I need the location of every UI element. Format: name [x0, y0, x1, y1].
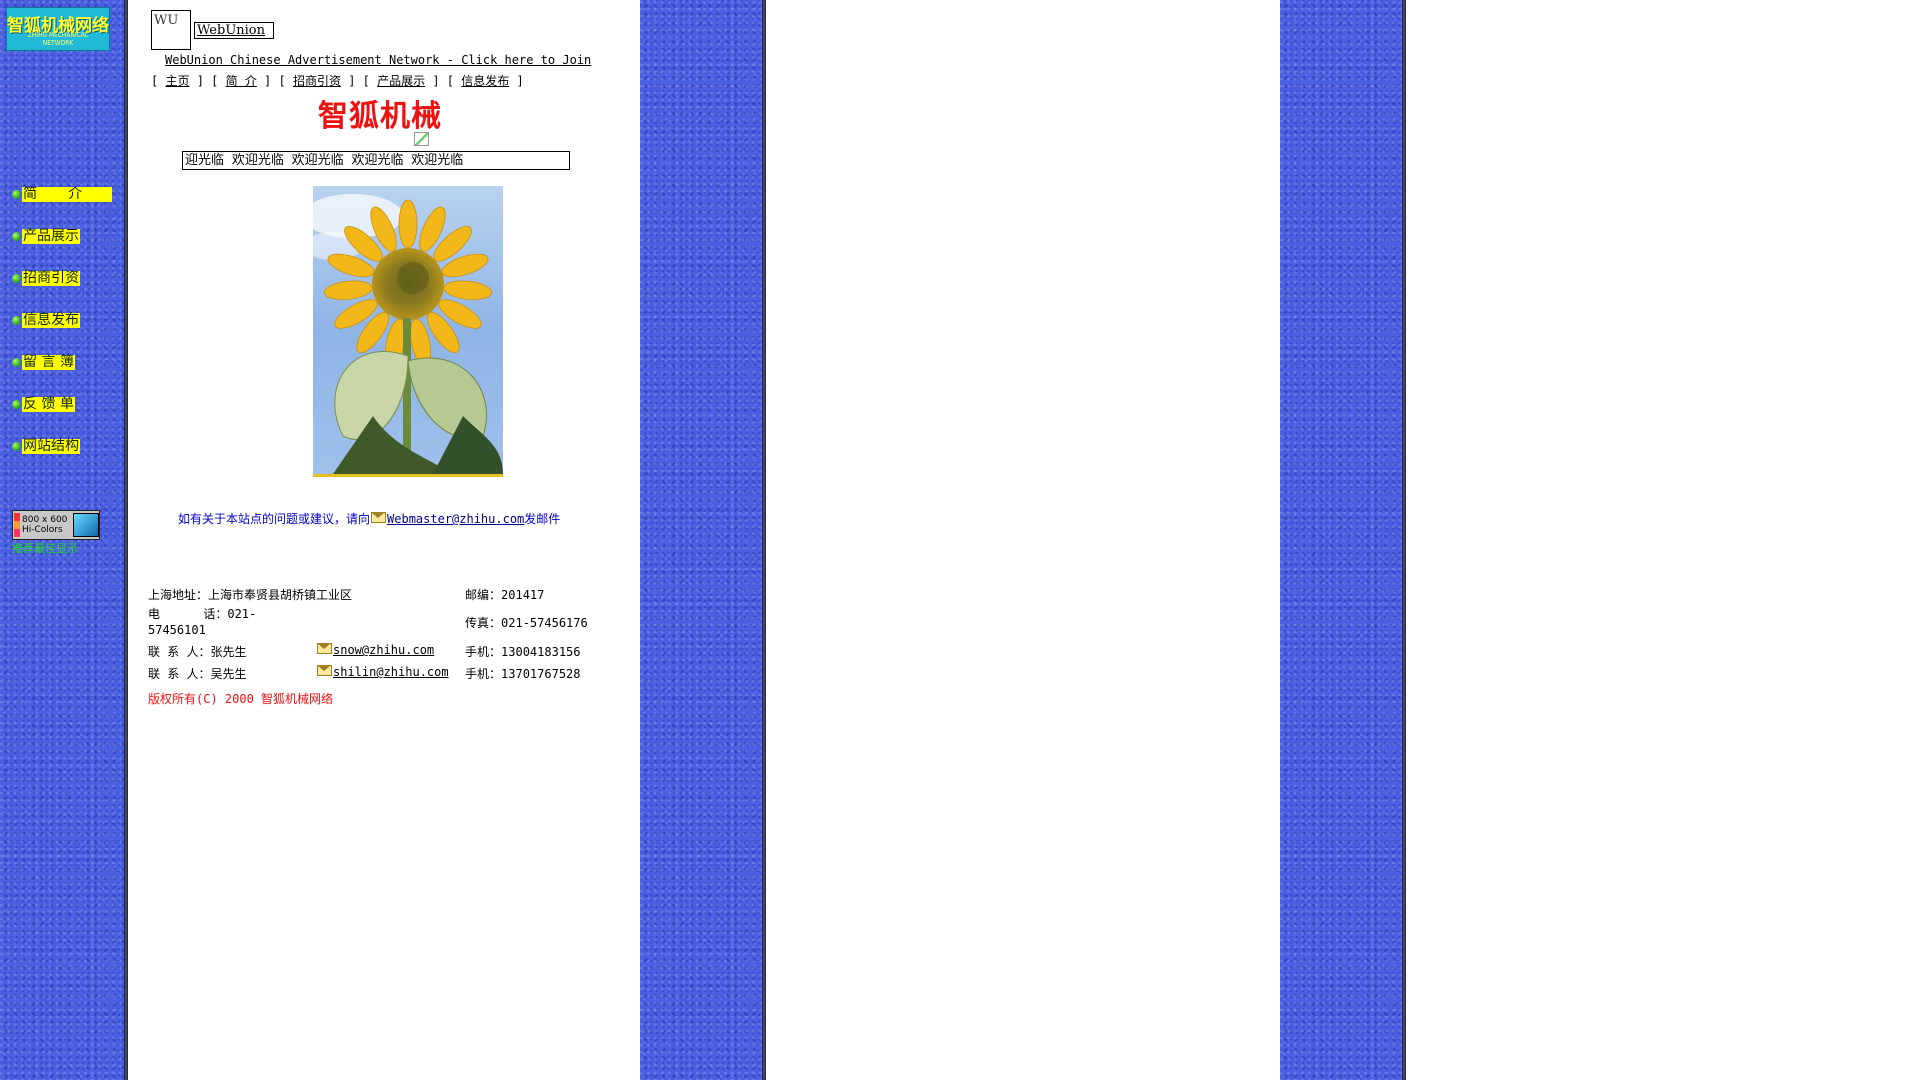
contact-email-2: shilin@zhihu.com [316, 665, 449, 679]
background-stripe-1 [640, 0, 762, 1080]
bullet-icon [12, 315, 21, 325]
sidebar-item-intro[interactable]: 简 介 [12, 186, 118, 202]
sidebar-item-label: 信息发布 [22, 311, 80, 328]
welcome-marquee: 迎光临 欢迎光临 欢迎光临 欢迎光临 欢迎光临 [182, 151, 570, 170]
fax-value: 021-57456176 [501, 616, 588, 630]
webunion-banner-link[interactable]: WebUnion [194, 22, 274, 39]
envelope-icon [317, 665, 332, 676]
sidebar-item-label: 简 介 [22, 186, 112, 202]
copyright-text: 版权所有(C) 2000 智狐机械网络 [148, 692, 334, 706]
contact-note: 如有关于本站点的问题或建议，请向 Webmaster@zhihu.com发邮件 [178, 510, 560, 527]
background-stripe-2-edge [1402, 0, 1406, 1080]
sidebar-item-label: 网站结构 [22, 437, 80, 454]
page-title: 智狐机械 [318, 99, 442, 134]
envelope-icon [317, 643, 332, 654]
contact-email-link[interactable]: shilin@zhihu.com [333, 665, 449, 679]
broken-image-icon [414, 132, 429, 146]
sidebar-item-products[interactable]: 产品展示 [12, 228, 118, 244]
sunflower-photo [313, 186, 503, 477]
bullet-icon [12, 399, 21, 409]
sidebar-item-sitemap[interactable]: 网站结构 [12, 438, 118, 454]
nav-link-news[interactable]: 信息发布 [461, 74, 509, 88]
address-row: 上海地址：上海市奉贤县胡桥镇工业区 [148, 586, 352, 603]
mobile-label: 手机： [465, 645, 502, 659]
contact-email-1: snow@zhihu.com [316, 643, 434, 657]
envelope-icon [371, 512, 387, 523]
sidebar-item-label: 招商引资 [22, 269, 80, 286]
resolution-badge: 800 x 600 Hi-Colors [12, 510, 100, 540]
postcode-row: 邮编：201417 [465, 586, 544, 603]
address-label: 上海地址： [148, 588, 209, 602]
resolution-badge-text: 800 x 600 Hi-Colors [22, 515, 68, 535]
postcode-label: 邮编： [465, 588, 502, 602]
fax-label: 传真： [465, 616, 502, 630]
postcode-value: 201417 [501, 588, 545, 602]
sunflower-illustration [313, 186, 503, 474]
webunion-join-link[interactable]: WebUnion Chinese Advertisement Network -… [165, 53, 591, 67]
contact-name: 吴先生 [210, 667, 247, 681]
contact-person-2: 联 系 人：吴先生 [148, 665, 246, 682]
fax-row: 传真：021-57456176 [465, 614, 588, 631]
top-navigation: [ 主页 ] [ 简 介 ] [ 招商引资 ] [ 产品展示 ] [ 信息发布 … [151, 74, 524, 88]
bullet-icon [12, 273, 21, 283]
sidebar-item-feedback[interactable]: 反 馈 单 [12, 396, 118, 412]
phone-label: 电 话： [148, 607, 228, 621]
contact-label: 联 系 人： [148, 667, 211, 681]
contact-mobile-1: 手机：13004183156 [465, 643, 581, 660]
logo-title-en: ZHIHU MECHANICAL NETWORK [27, 31, 89, 47]
mobile-value: 13701767528 [501, 667, 581, 681]
color-bars-icon [14, 513, 20, 537]
nav-link-investment[interactable]: 招商引资 [293, 74, 341, 88]
contact-person-1: 联 系 人：张先生 [148, 643, 246, 660]
sidebar-nav: 简 介 产品展示 招商引资 信息发布 留 言 簿 反 馈 单 网站结构 [12, 186, 118, 480]
contact-note-suffix: 发邮件 [524, 512, 561, 526]
sidebar-item-label: 产品展示 [22, 227, 80, 244]
bullet-icon [12, 357, 21, 367]
mobile-value: 13004183156 [501, 645, 581, 659]
monitor-icon [73, 513, 99, 537]
wu-banner-image[interactable]: WU [151, 10, 191, 50]
phone-row: 电 话：021-57456101 [148, 606, 268, 638]
address-value: 上海市奉贤县胡桥镇工业区 [208, 588, 353, 602]
contact-mobile-2: 手机：13701767528 [465, 665, 581, 682]
background-stripe-1-edge [762, 0, 766, 1080]
resolution-note: 推荐最佳显示 [12, 542, 78, 555]
nav-link-intro[interactable]: 简 介 [226, 74, 257, 88]
bullet-icon [12, 189, 21, 199]
sidebar-item-label: 反 馈 单 [22, 395, 75, 412]
site-logo[interactable]: 智狐机械网络 ZHIHU MECHANICAL NETWORK [6, 7, 110, 51]
sidebar-item-label: 留 言 簿 [22, 353, 75, 370]
background-stripe-2 [1280, 0, 1402, 1080]
sidebar-item-guestbook[interactable]: 留 言 簿 [12, 354, 118, 370]
mobile-label: 手机： [465, 667, 502, 681]
contact-note-prefix: 如有关于本站点的问题或建议，请向 [178, 512, 371, 526]
bullet-icon [12, 231, 21, 241]
contact-name: 张先生 [210, 645, 247, 659]
sidebar-item-investment[interactable]: 招商引资 [12, 270, 118, 286]
contact-email-link[interactable]: snow@zhihu.com [333, 643, 434, 657]
webmaster-email-link[interactable]: Webmaster@zhihu.com [387, 512, 524, 526]
nav-link-products[interactable]: 产品展示 [377, 74, 425, 88]
bullet-icon [12, 441, 21, 451]
contact-label: 联 系 人： [148, 645, 211, 659]
sidebar-item-news[interactable]: 信息发布 [12, 312, 118, 328]
nav-link-home[interactable]: 主页 [165, 74, 189, 88]
